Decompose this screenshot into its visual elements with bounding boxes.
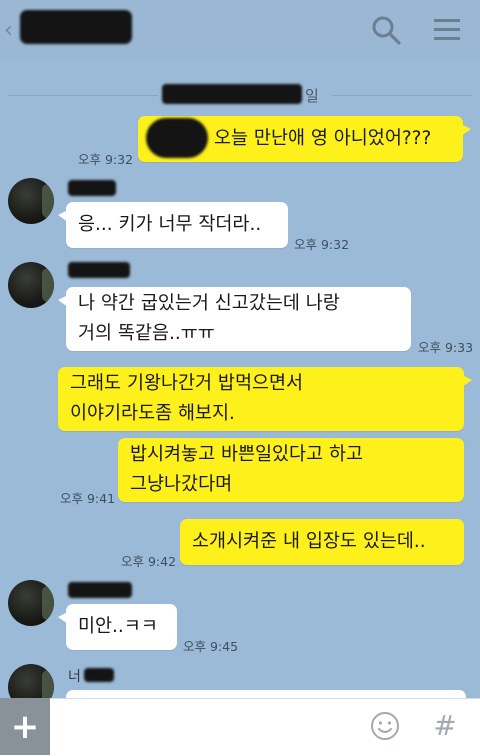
- message-text-line: 밥시켜놓고 바쁜일있다고 하고: [130, 444, 364, 465]
- plus-label: +: [10, 706, 40, 747]
- smiley-icon[interactable]: [370, 711, 400, 741]
- message-time: 오후 9:32: [78, 152, 134, 167]
- chat-title-redacted: [20, 10, 132, 44]
- message-text-line: 그냥나갔다며: [130, 474, 233, 495]
- message-text: 소개시켜준 내 입장도 있는데..: [192, 531, 426, 552]
- message-time: 오후 9:33: [418, 340, 474, 355]
- message-bubble-mine[interactable]: 그래도 기왕나간거 밥먹으면서 이야기라도좀 해보지.: [58, 367, 472, 431]
- chevron-left-icon[interactable]: ‹: [4, 18, 13, 43]
- message-text-line: 거의 똑같음..ㅠㅠ: [78, 323, 215, 344]
- message-text: 미안..ㅋㅋ: [78, 616, 158, 637]
- date-divider-suffix: 일: [305, 87, 319, 105]
- sender-name-redacted: [84, 668, 114, 682]
- date-divider-redacted: [162, 84, 302, 104]
- message-text-line: 나 약간 굽있는거 신고갔는데 나랑: [78, 293, 340, 314]
- date-divider-line-left: [8, 95, 158, 96]
- search-icon[interactable]: [370, 14, 402, 46]
- avatar[interactable]: [8, 178, 54, 224]
- sender-name-redacted: [68, 180, 116, 196]
- message-text: 응... 키가 너무 작더라..: [78, 214, 262, 235]
- hamburger-menu-icon[interactable]: [432, 16, 462, 44]
- sender-name-redacted: [68, 262, 130, 278]
- avatar[interactable]: [8, 580, 54, 626]
- message-text-line: 이야기라도좀 해보지.: [70, 403, 235, 424]
- message-text-line: 그래도 기왕나간거 밥먹으면서: [70, 373, 304, 394]
- message-bubble-other[interactable]: 나 약간 굽있는거 신고갔는데 나랑 거의 똑같음..ㅠㅠ: [58, 287, 411, 351]
- redacted-name-in-message: [146, 118, 208, 158]
- message-time: 오후 9:42: [121, 554, 177, 569]
- message-bubble-other[interactable]: 응... 키가 너무 작더라..: [58, 202, 288, 248]
- message-time: 오후 9:41: [60, 491, 116, 506]
- plus-button[interactable]: +: [0, 698, 50, 755]
- hash-label: #: [433, 709, 457, 742]
- hashtag-button[interactable]: #: [430, 706, 460, 746]
- message-time: 오후 9:32: [294, 237, 350, 252]
- sender-name-redacted: [68, 582, 132, 598]
- date-divider-line-right: [332, 95, 472, 96]
- message-bubble-other[interactable]: 미안..ㅋㅋ: [58, 604, 177, 650]
- message-text: 오늘 만난애 영 아니었어???: [214, 128, 432, 149]
- message-bubble-mine[interactable]: 밥시켜놓고 바쁜일있다고 하고 그냥나갔다며: [118, 438, 464, 502]
- message-input[interactable]: [56, 704, 360, 750]
- avatar[interactable]: [8, 262, 54, 308]
- message-time: 오후 9:45: [183, 639, 239, 654]
- message-bubble-mine[interactable]: 소개시켜준 내 입장도 있는데..: [180, 519, 464, 565]
- sender-name-partial: 너: [68, 669, 81, 685]
